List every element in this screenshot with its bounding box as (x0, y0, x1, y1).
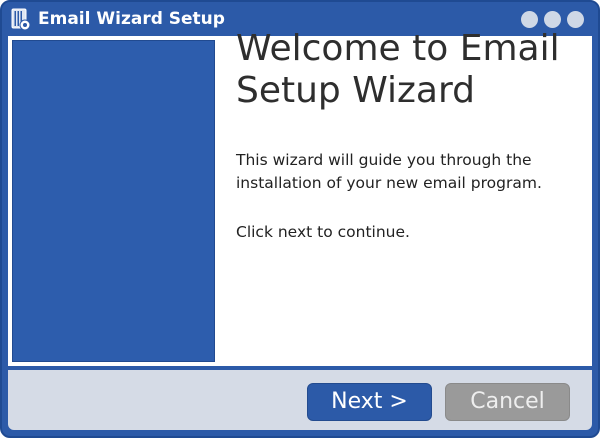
maximize-button[interactable] (544, 11, 561, 28)
description-text: This wizard will guide you through the i… (236, 151, 542, 192)
button-bar: Next > Cancel (8, 370, 592, 430)
wizard-side-banner (12, 40, 215, 362)
window-title: Email Wizard Setup (38, 9, 225, 29)
instruction-text: Click next to continue. (236, 223, 410, 241)
page-title: Welcome to Email Setup Wizard (236, 28, 560, 111)
next-button[interactable]: Next > (307, 383, 432, 421)
close-button[interactable] (567, 11, 584, 28)
cancel-button[interactable]: Cancel (445, 383, 570, 421)
setup-package-icon (10, 8, 32, 32)
wizard-window: Email Wizard Setup Welcome to Email Setu… (0, 0, 600, 438)
window-controls (521, 11, 584, 28)
minimize-button[interactable] (521, 11, 538, 28)
